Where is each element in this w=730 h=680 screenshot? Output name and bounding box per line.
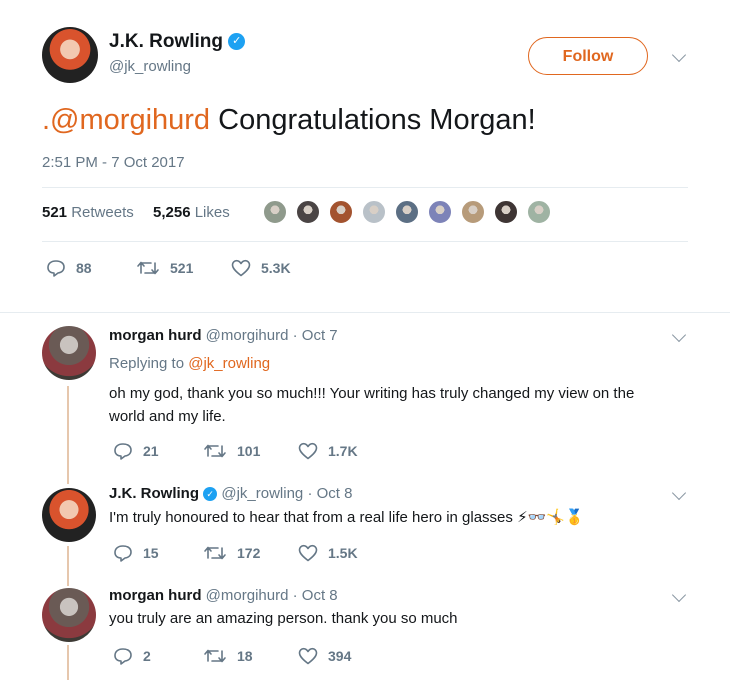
retweet-action[interactable]: 521 [136,259,193,277]
reply-date[interactable]: · Oct 8 [307,485,352,502]
reply-count: 21 [143,443,159,459]
like-action[interactable]: 5.3K [231,259,291,277]
retweet-icon [204,649,226,663]
retweets-count: 521 [42,204,68,221]
retweet-icon [204,444,226,458]
retweet-count: 18 [237,648,253,664]
retweet-count: 172 [237,545,261,561]
reply-action[interactable]: 15 [113,544,159,562]
retweet-action[interactable]: 172 [203,544,260,562]
liker-avatar[interactable] [328,199,354,225]
author-handle[interactable]: @jk_rowling [109,58,191,75]
reply-author-name[interactable]: morgan hurd [109,327,202,344]
reply-date[interactable]: · Oct 7 [293,327,338,344]
retweet-action[interactable]: 18 [203,647,253,665]
reply-text: oh my god, thank you so much!!! Your wri… [109,382,634,428]
reply-icon [47,260,65,277]
retweets-label: Retweets [71,204,134,221]
reply-text-line: world and my life. [109,408,226,425]
reply-count: 2 [143,648,151,664]
like-action[interactable]: 1.5K [298,544,358,562]
reply-date[interactable]: · Oct 8 [293,587,338,604]
reply-author-handle[interactable]: @morgihurd [206,587,289,604]
like-action[interactable]: 1.7K [298,442,358,460]
liker-avatar[interactable] [493,199,519,225]
reply-avatar[interactable] [42,588,96,642]
replying-to-link[interactable]: @jk_rowling [188,355,270,372]
divider [42,187,688,188]
chevron-down-icon[interactable] [671,587,687,603]
like-count: 5.3K [261,260,291,276]
reply-count: 15 [143,545,159,561]
like-count: 1.5K [328,545,358,561]
thread-line [67,386,69,484]
reply-author-handle[interactable]: @jk_rowling [221,485,303,502]
liker-avatar[interactable] [526,199,552,225]
replying-to: Replying to @jk_rowling [109,355,270,372]
likes-stat[interactable]: 5,256 Likes [153,204,230,221]
emoji-sequence: ⚡👓🤸🥇 [517,509,584,526]
liker-avatar[interactable] [361,199,387,225]
heart-icon [298,442,318,460]
author-name: J.K. Rowling [109,31,223,52]
tweet-timestamp[interactable]: 2:51 PM - 7 Oct 2017 [42,154,185,171]
like-count: 1.7K [328,443,358,459]
reply-text: I'm truly honoured to hear that from a r… [109,508,584,526]
retweet-icon [204,546,226,560]
retweets-stat[interactable]: 521 Retweets [42,204,134,221]
replying-prefix: Replying to [109,355,189,372]
retweet-action[interactable]: 101 [203,442,260,460]
reply-avatar[interactable] [42,488,96,542]
section-divider [0,312,730,313]
tweet-body: Congratulations Morgan! [210,104,536,136]
verified-badge-icon: ✓ [228,33,246,51]
like-action[interactable]: 394 [298,647,351,665]
likes-count: 5,256 [153,204,191,221]
author-name-row[interactable]: J.K. Rowling ✓ [109,31,246,53]
reply-icon [114,545,132,562]
reply-avatar[interactable] [42,326,96,380]
verified-badge-icon: ✓ [203,487,218,502]
reply-text-body: I'm truly honoured to hear that from a r… [109,509,513,526]
reply-header: morgan hurd @morgihurd · Oct 8 [109,587,338,604]
reply-author-name[interactable]: J.K. Rowling [109,485,199,502]
mention-link[interactable]: .@morgihurd [42,104,210,136]
chevron-down-icon[interactable] [671,485,687,501]
liker-avatar[interactable] [427,199,453,225]
liker-avatar[interactable] [394,199,420,225]
heart-icon [298,647,318,665]
author-avatar[interactable] [42,27,98,83]
reply-action[interactable]: 88 [46,259,92,277]
reply-author-handle[interactable]: @morgihurd [206,327,289,344]
retweet-count: 101 [237,443,261,459]
liker-avatar[interactable] [460,199,486,225]
retweet-count: 521 [170,260,194,276]
reply-header: morgan hurd @morgihurd · Oct 7 [109,327,338,344]
chevron-down-icon[interactable] [671,47,687,63]
likes-label: Likes [194,204,230,221]
retweet-icon [137,261,159,275]
liker-avatar[interactable] [295,199,321,225]
reply-text-line: oh my god, thank you so much!!! Your wri… [109,385,635,402]
heart-icon [298,544,318,562]
thread-line [67,546,69,586]
divider [42,241,688,242]
reply-icon [114,648,132,665]
reply-icon [114,443,132,460]
reply-author-name[interactable]: morgan hurd [109,587,202,604]
follow-button[interactable]: Follow [528,37,648,75]
tweet-text: .@morgihurd Congratulations Morgan! [42,104,536,137]
reply-action[interactable]: 21 [113,442,159,460]
thread-line [67,645,69,680]
chevron-down-icon[interactable] [671,327,687,343]
like-count: 394 [328,648,352,664]
liker-avatar[interactable] [262,199,288,225]
reply-text: you truly are an amazing person. thank y… [109,610,458,627]
reply-action[interactable]: 2 [113,647,151,665]
likers-avatars[interactable] [262,199,562,229]
heart-icon [231,259,251,277]
reply-header: J.K. Rowling ✓ @jk_rowling · Oct 8 [109,485,352,502]
reply-count: 88 [76,260,92,276]
